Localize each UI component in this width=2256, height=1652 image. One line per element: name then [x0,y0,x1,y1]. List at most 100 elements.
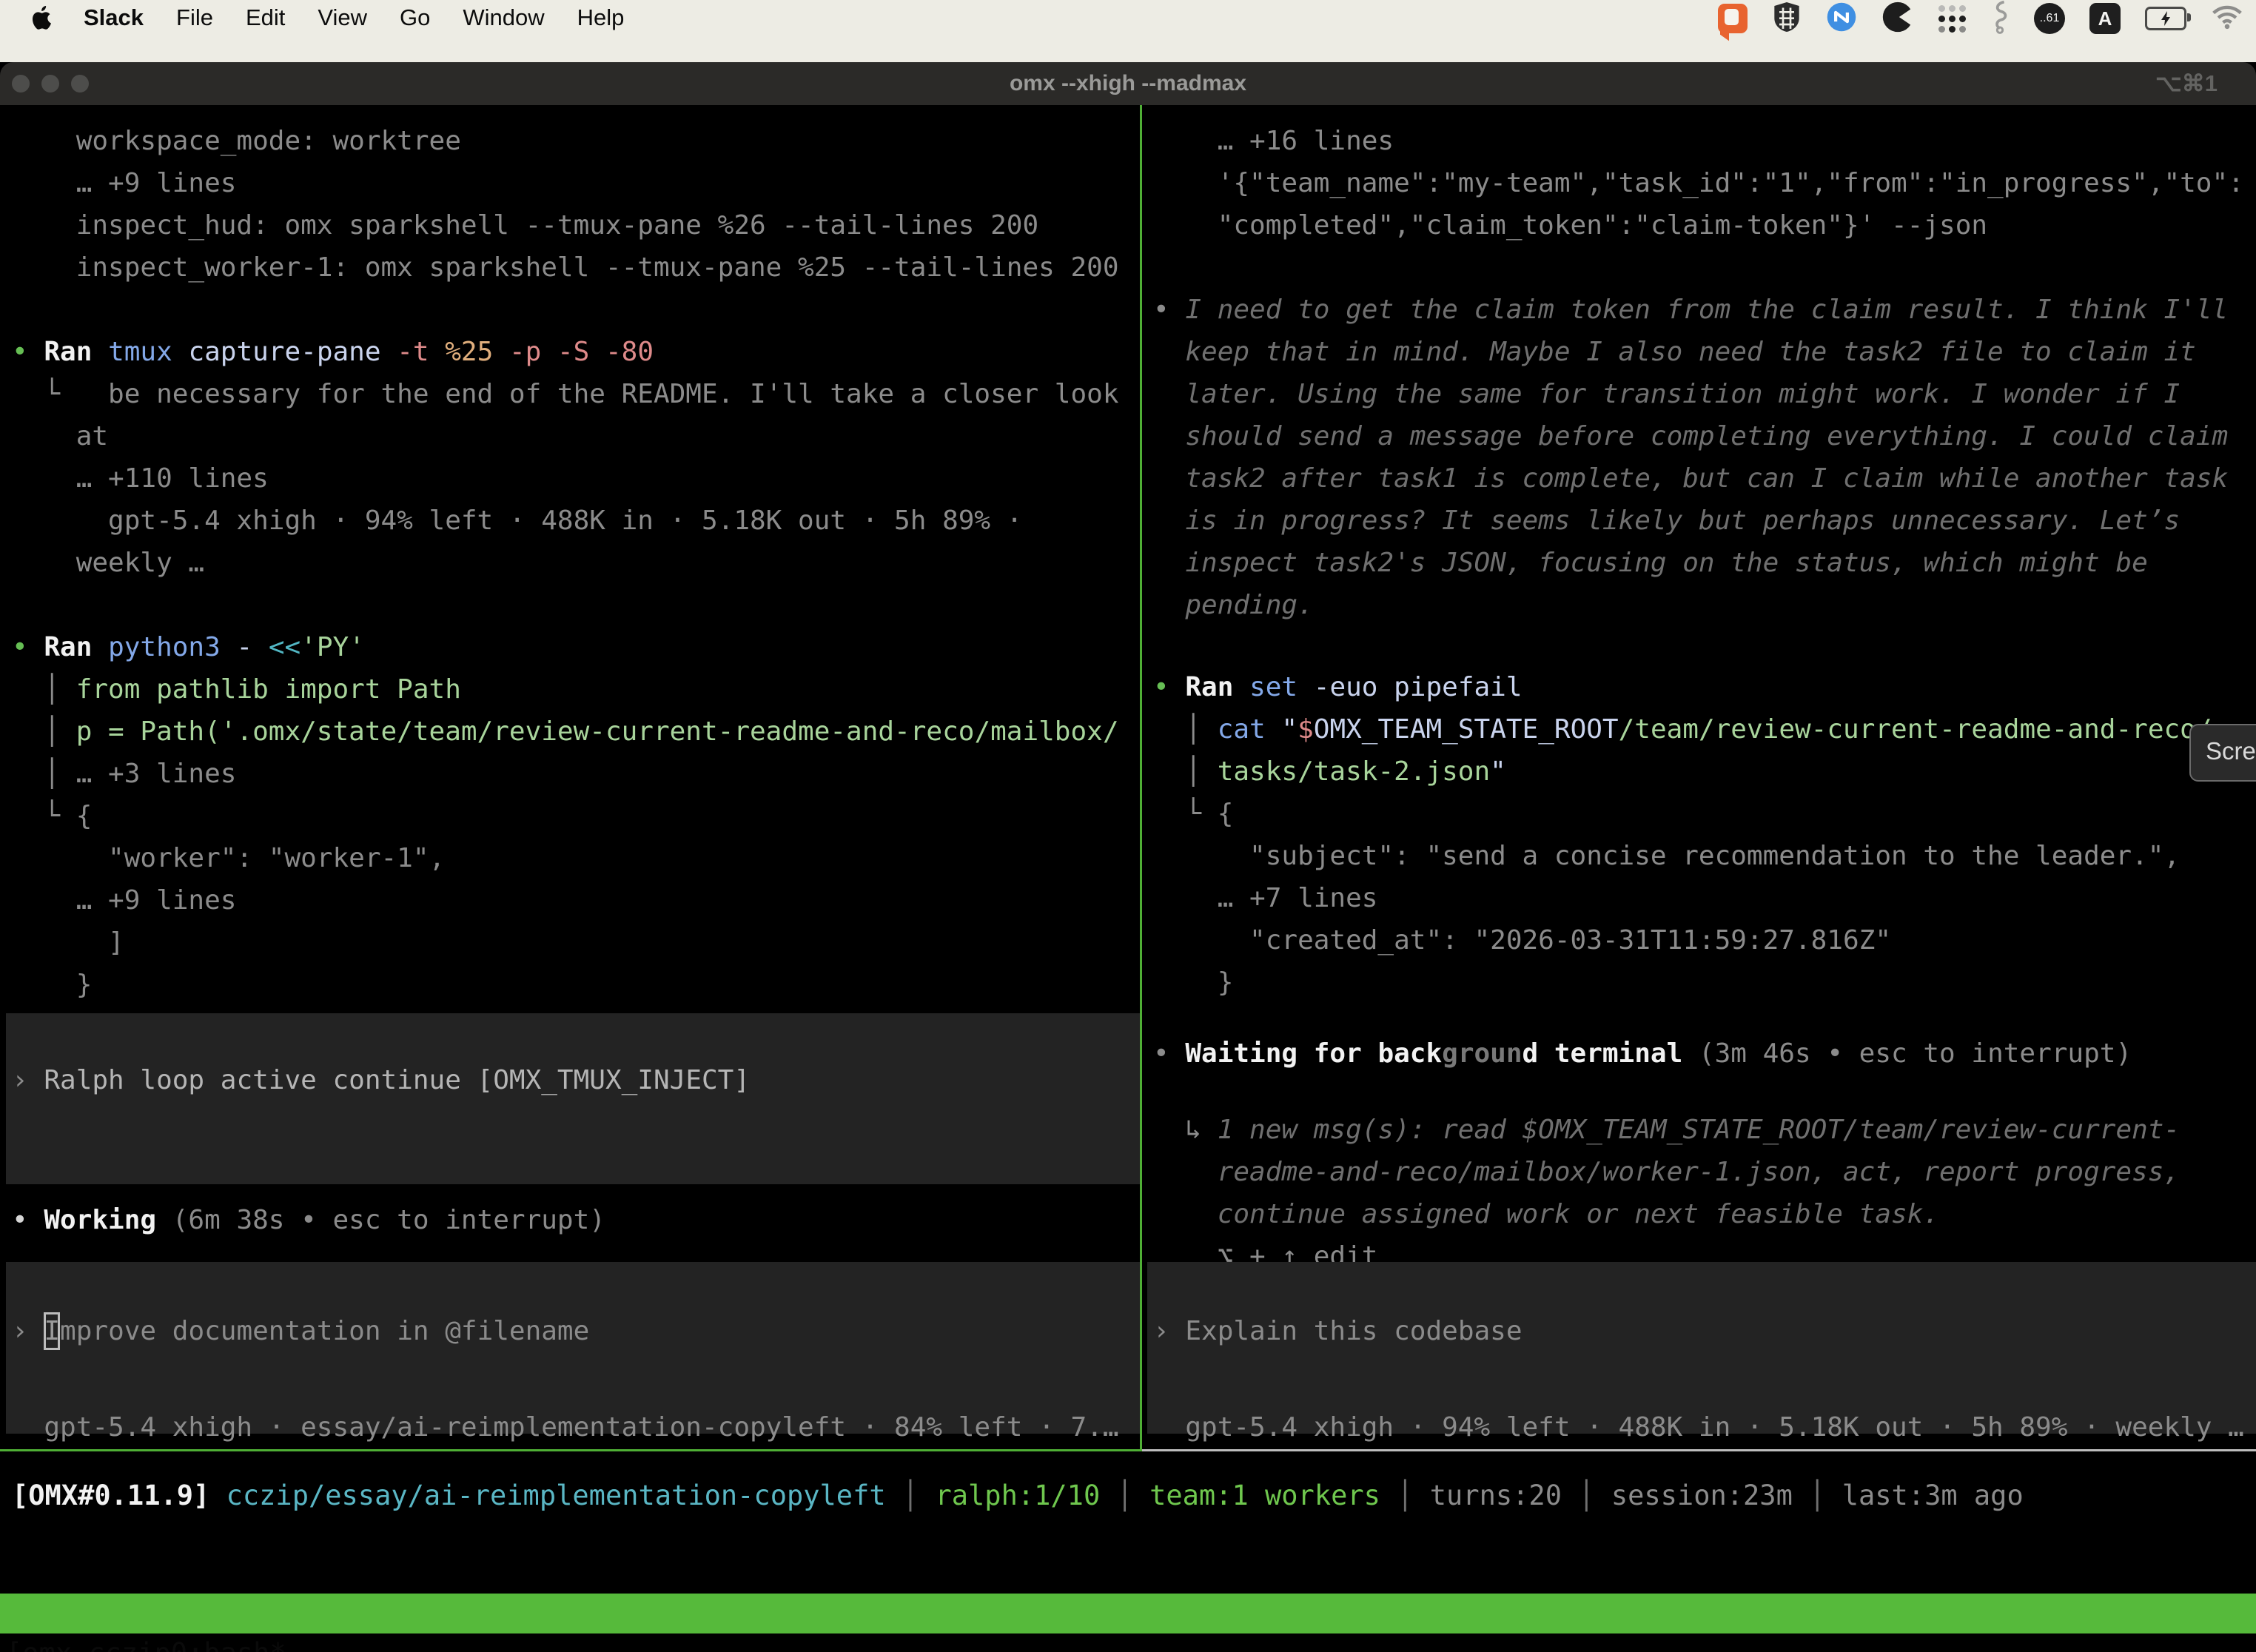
window-titlebar[interactable]: omx --xhigh --madmax ⌥⌘1 [0,62,2256,105]
terminal-line: │ tasks/task-2.json" [1153,751,2256,793]
terminal-line: … +9 lines [12,879,1141,921]
zoom-button[interactable] [71,75,89,93]
menu-items: Slack File Edit View Go Window Help [84,4,624,31]
terminal-line: "completed","claim_token":"claim-token"}… [1153,204,2256,246]
tmux-pane-right[interactable]: … +16 lines '{"team_name":"my-team","tas… [1141,105,2256,1449]
wifi-icon[interactable] [2211,4,2243,33]
hud-config-output: workspace_mode: worktree … +9 lines insp… [0,120,1141,289]
terminal-line: • Ran tmux capture-pane -t %25 -p -S -80 [12,331,1141,373]
terminal-line: inspect_hud: omx sparkshell --tmux-pane … [12,204,1141,246]
tmux-status-bar: [omx-cczip0:bash* "MacBook-Pro-44.local"… [0,1594,2256,1633]
terminal-line: weekly … [12,542,1141,584]
apple-menu-icon[interactable] [32,6,51,30]
pane-divider[interactable] [1140,105,1142,1449]
terminal-content: workspace_mode: worktree … +9 lines insp… [0,105,2256,1652]
tmux-session-label: [omx-cczip0:bash* [6,1633,286,1652]
terminal-line: └ { [12,795,1141,837]
terminal-line: gpt-5.4 xhigh · 94% left · 488K in · 5.1… [1153,1406,2256,1448]
usage-status-line: gpt-5.4 xhigh · essay/ai-reimplementatio… [0,1406,1141,1448]
window-title: omx --xhigh --madmax [0,62,2256,105]
menu-help[interactable]: Help [577,4,625,31]
close-button[interactable] [12,75,30,93]
terminal-line: › Improve documentation in @filename [12,1310,1141,1352]
ran-tmux-capture: • Ran tmux capture-pane -t %25 -p -S -80… [0,331,1141,584]
omx-status-line: [OMX#0.11.9] cczip/essay/ai-reimplementa… [12,1474,2024,1517]
terminal-line: pending. [1153,584,2256,626]
badge-count: ..61 [2040,12,2060,25]
terminal-line: … +9 lines [12,162,1141,204]
terminal-line: └ { [1153,793,2256,835]
ran-cat-task: • Ran set -euo pipefail │ cat "$OMX_TEAM… [1141,666,2256,1004]
terminal-line: "worker": "worker-1", [12,837,1141,879]
menu-file[interactable]: File [176,4,213,31]
thinking-block: • I need to get the claim token from the… [1141,289,2256,626]
key-a-icon[interactable]: A [2089,3,2121,34]
terminal-line: • Working (6m 38s • esc to interrupt) [12,1199,1141,1241]
terminal-line: │ … +3 lines [12,753,1141,795]
terminal-line: is in progress? It seems likely but perh… [1153,500,2256,542]
terminal-line: workspace_mode: worktree [12,120,1141,162]
terminal-window: omx --xhigh --madmax ⌥⌘1 workspace_mode:… [0,62,2256,1652]
hook-utility-icon[interactable] [1990,0,2010,37]
terminal-line: │ cat "$OMX_TEAM_STATE_ROOT/team/review-… [1153,708,2256,751]
terminal-line: inspect_worker-1: omx sparkshell --tmux-… [12,246,1141,289]
terminal-line: readme-and-reco/mailbox/worker-1.json, a… [1153,1151,2256,1193]
terminal-line: … +16 lines [1153,120,2256,162]
terminal-line: └ be necessary for the end of the README… [12,373,1141,415]
terminal-line: "subject": "send a concise recommendatio… [1153,835,2256,877]
screen-tooltip: Scre [2189,724,2256,782]
menu-go[interactable]: Go [400,4,430,31]
terminal-line: should send a message before completing … [1153,415,2256,457]
json-payload-output: … +16 lines '{"team_name":"my-team","tas… [1141,120,2256,246]
terminal-line: • Waiting for background terminal (3m 46… [1153,1032,2256,1075]
waiting-status: • Waiting for background terminal (3m 46… [1141,1032,2256,1075]
terminal-line: … +110 lines [12,457,1141,500]
terminal-line: • Ran set -euo pipefail [1153,666,2256,708]
count-badge-icon[interactable]: ..61 [2034,3,2065,34]
usage-status-line: gpt-5.4 xhigh · 94% left · 488K in · 5.1… [1141,1406,2256,1448]
verified-badge-icon[interactable] [1826,1,1857,36]
terminal-line: gpt-5.4 xhigh · 94% left · 488K in · 5.1… [12,500,1141,542]
shield-grid-icon[interactable] [1772,1,1802,36]
chat-app-icon[interactable] [1718,4,1748,33]
terminal-line: task2 after task1 is complete, but can I… [1153,457,2256,500]
terminal-line: gpt-5.4 xhigh · essay/ai-reimplementatio… [12,1406,1141,1448]
key-label: A [2098,7,2112,30]
battery-icon[interactable] [2145,7,2186,30]
terminal-line: '{"team_name":"my-team","task_id":"1","f… [1153,162,2256,204]
terminal-line: • I need to get the claim token from the… [1153,289,2256,331]
mailbox-notice: ↳ 1 new msg(s): read $OMX_TEAM_STATE_ROO… [1141,1109,2256,1277]
menu-window[interactable]: Window [463,4,544,31]
terminal-line: inspect task2's JSON, focusing on the st… [1153,542,2256,584]
menu-slack[interactable]: Slack [84,4,144,31]
pane-bottom-border-active [0,1449,1142,1451]
terminal-line: │ from pathlib import Path [12,668,1141,711]
terminal-line: › Explain this codebase [1153,1310,2256,1352]
menu-view[interactable]: View [318,4,367,31]
terminal-line: } [1153,961,2256,1004]
tmux-pane-left[interactable]: workspace_mode: worktree … +9 lines insp… [0,105,1141,1449]
menu-status-icons: ..61 A [1718,2,2243,35]
terminal-line: "created_at": "2026-03-31T11:59:27.816Z" [1153,919,2256,961]
menu-edit[interactable]: Edit [246,4,285,31]
terminal-line: at [12,415,1141,457]
terminal-line: … +7 lines [1153,877,2256,919]
desktop-background: Slack File Edit View Go Window Help ..61 A [0,0,2256,62]
crescent-app-icon[interactable] [1881,1,1914,36]
ran-python3: • Ran python3 - <<'PY' │ from pathlib im… [0,626,1141,1006]
window-shortcut-badge: ⌥⌘1 [2155,62,2218,105]
terminal-line: keep that in mind. Maybe I also need the… [1153,331,2256,373]
terminal-line: ↳ 1 new msg(s): read $OMX_TEAM_STATE_ROO… [1153,1109,2256,1151]
terminal-line: │ p = Path('.omx/state/team/review-curre… [12,711,1141,753]
working-status: • Working (6m 38s • esc to interrupt) [0,1199,1141,1241]
terminal-line: continue assigned work or next feasible … [1153,1193,2256,1235]
minimize-button[interactable] [41,75,59,93]
terminal-line: • Ran python3 - <<'PY' [12,626,1141,668]
terminal-line: › Ralph loop active continue [OMX_TMUX_I… [12,1059,1141,1101]
terminal-line: } [12,964,1141,1006]
pane-bottom-border-inactive [1142,1449,2256,1451]
ralph-loop-banner: › Ralph loop active continue [OMX_TMUX_I… [6,1013,1141,1184]
dots-grid-icon[interactable] [1938,5,1966,33]
terminal-line: ] [12,921,1141,964]
terminal-line: later. Using the same for transition mig… [1153,373,2256,415]
